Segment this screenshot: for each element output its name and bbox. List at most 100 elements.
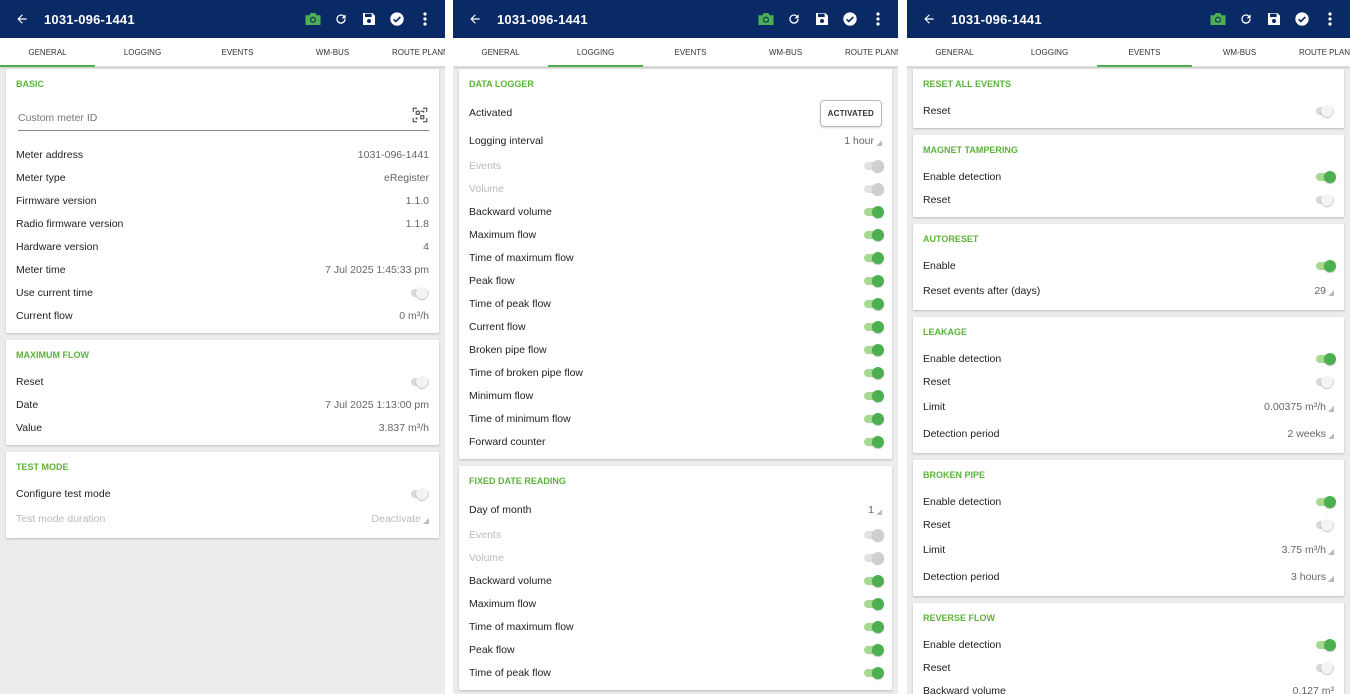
activated-button[interactable]: ACTIVATED (819, 99, 882, 127)
toggle-switch[interactable] (864, 251, 884, 264)
day-of-month-row[interactable]: Day of month 1 (469, 496, 882, 523)
check-circle-icon[interactable] (1288, 0, 1316, 38)
more-vert-icon[interactable] (411, 0, 439, 38)
save-icon[interactable] (1260, 0, 1288, 38)
tab-events[interactable]: EVENTS (190, 38, 285, 66)
tab-events[interactable]: EVENTS (643, 38, 738, 66)
setting-row-current-flow[interactable]: Current flow (469, 315, 884, 338)
toggle-switch[interactable] (864, 389, 884, 402)
toggle-switch[interactable] (864, 205, 884, 218)
setting-row-backward-volume[interactable]: Backward volume (469, 569, 884, 592)
setting-row-peak-flow[interactable]: Peak flow (469, 269, 884, 292)
toggle-switch[interactable] (1316, 661, 1334, 674)
toggle-switch[interactable] (1316, 193, 1334, 206)
toggle-switch[interactable] (864, 343, 884, 356)
toggle-switch[interactable] (864, 643, 884, 656)
toggle-switch[interactable] (864, 574, 884, 587)
back-arrow-icon[interactable] (907, 0, 951, 38)
setting-row-time-of-peak-flow[interactable]: Time of peak flow (469, 661, 884, 684)
tab-route-planning[interactable]: ROUTE PLANNING (1287, 38, 1350, 66)
setting-row-maximum-flow[interactable]: Maximum flow (469, 592, 884, 615)
tab-logging[interactable]: LOGGING (95, 38, 190, 66)
events-content[interactable]: RESET ALL EVENTS Reset MAGNET TAMPERING Ena… (907, 67, 1350, 694)
setting-row-enable-detection[interactable]: Enable detection (923, 347, 1336, 370)
toggle-switch[interactable] (1316, 104, 1334, 117)
setting-row-time-of-minimum-flow[interactable]: Time of minimum flow (469, 407, 884, 430)
setting-row-events[interactable]: Events (469, 523, 884, 546)
logging-content[interactable]: DATA LOGGER Activated ACTIVATED Logging … (453, 67, 898, 694)
setting-row-detection-period[interactable]: Detection period 2 weeks (923, 420, 1334, 447)
back-arrow-icon[interactable] (0, 0, 44, 38)
toggle-switch[interactable] (1316, 352, 1336, 365)
setting-row-reset[interactable]: Reset (923, 188, 1334, 211)
setting-row-limit[interactable]: Limit 0.00375 m³/h (923, 393, 1334, 420)
camera-icon[interactable] (752, 0, 780, 38)
setting-row-maximum-flow[interactable]: Maximum flow (469, 223, 884, 246)
setting-row-time-of-maximum-flow[interactable]: Time of maximum flow (469, 615, 884, 638)
setting-row-enable-detection[interactable]: Enable detection (923, 165, 1336, 188)
setting-row-volume[interactable]: Volume (469, 177, 884, 200)
refresh-icon[interactable] (1232, 0, 1260, 38)
refresh-icon[interactable] (327, 0, 355, 38)
setting-row-test-mode-duration[interactable]: Test mode duration Deactivate (16, 505, 429, 532)
setting-row-volume[interactable]: Volume (469, 546, 884, 569)
toggle-switch[interactable] (864, 320, 884, 333)
setting-row-reset[interactable]: Reset (923, 656, 1334, 679)
setting-row-reset[interactable]: Reset (16, 370, 429, 393)
camera-icon[interactable] (1204, 0, 1232, 38)
check-circle-icon[interactable] (383, 0, 411, 38)
tab-wm-bus[interactable]: WM-BUS (1192, 38, 1287, 66)
setting-row-time-of-maximum-flow[interactable]: Time of maximum flow (469, 246, 884, 269)
refresh-icon[interactable] (780, 0, 808, 38)
setting-row-configure-test-mode[interactable]: Configure test mode (16, 482, 429, 505)
toggle-switch[interactable] (1316, 518, 1334, 531)
toggle-switch[interactable] (1316, 170, 1336, 183)
toggle-switch[interactable] (411, 286, 429, 299)
tab-events[interactable]: EVENTS (1097, 38, 1192, 67)
toggle-switch[interactable] (864, 435, 884, 448)
camera-icon[interactable] (299, 0, 327, 38)
setting-row-enable-detection[interactable]: Enable detection (923, 490, 1336, 513)
setting-row-reset[interactable]: Reset (923, 99, 1334, 122)
back-arrow-icon[interactable] (453, 0, 497, 38)
toggle-switch[interactable] (864, 228, 884, 241)
tab-general[interactable]: GENERAL (0, 38, 95, 67)
toggle-switch[interactable] (864, 620, 884, 633)
toggle-switch[interactable] (864, 297, 884, 310)
setting-row-time-of-peak-flow[interactable]: Time of peak flow (469, 292, 884, 315)
toggle-switch[interactable] (864, 412, 884, 425)
toggle-switch[interactable] (864, 597, 884, 610)
setting-row-enable[interactable]: Enable (923, 254, 1336, 277)
more-vert-icon[interactable] (1316, 0, 1344, 38)
toggle-switch[interactable] (1316, 259, 1336, 272)
toggle-switch[interactable] (864, 274, 884, 287)
toggle-switch[interactable] (411, 487, 429, 500)
qr-scan-icon[interactable] (411, 106, 429, 129)
toggle-switch[interactable] (1316, 638, 1336, 651)
setting-row-peak-flow[interactable]: Peak flow (469, 638, 884, 661)
tab-route-planning[interactable]: ROUTE PLANNING (833, 38, 898, 66)
setting-row-forward-counter[interactable]: Forward counter (469, 430, 884, 453)
general-content[interactable]: BASIC Custom meter ID Meter address 1031-… (0, 67, 445, 694)
check-circle-icon[interactable] (836, 0, 864, 38)
setting-row-reset[interactable]: Reset (923, 513, 1334, 536)
setting-row-limit[interactable]: Limit 3.75 m³/h (923, 536, 1334, 563)
toggle-switch[interactable] (411, 375, 429, 388)
toggle-switch[interactable] (864, 366, 884, 379)
tab-route-planning[interactable]: ROUTE PLANNING (380, 38, 445, 66)
tab-wm-bus[interactable]: WM-BUS (285, 38, 380, 66)
setting-row-use-current-time[interactable]: Use current time (16, 281, 429, 304)
tab-general[interactable]: GENERAL (453, 38, 548, 66)
custom-meter-id-field[interactable]: Custom meter ID (18, 105, 429, 131)
save-icon[interactable] (808, 0, 836, 38)
toggle-switch[interactable] (1316, 495, 1336, 508)
tab-logging[interactable]: LOGGING (1002, 38, 1097, 66)
toggle-switch[interactable] (1316, 375, 1334, 388)
setting-row-detection-period[interactable]: Detection period 3 hours (923, 563, 1334, 590)
setting-row-time-of-broken-pipe-flow[interactable]: Time of broken pipe flow (469, 361, 884, 384)
setting-row-reset-events-after-days[interactable]: Reset events after (days) 29 (923, 277, 1334, 304)
save-icon[interactable] (355, 0, 383, 38)
setting-row-events[interactable]: Events (469, 154, 884, 177)
logging-interval-row[interactable]: Logging interval 1 hour (469, 127, 882, 154)
setting-row-enable-detection[interactable]: Enable detection (923, 633, 1336, 656)
